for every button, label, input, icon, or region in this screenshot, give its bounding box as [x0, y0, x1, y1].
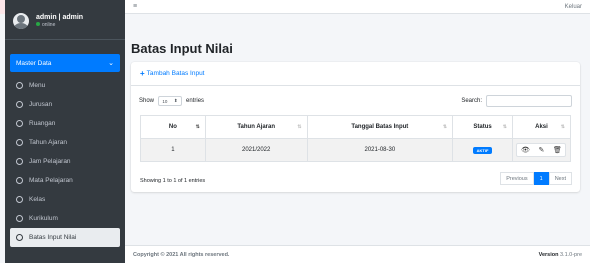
avatar [13, 12, 29, 29]
add-button-label: Tambah Batas Input [146, 70, 205, 77]
column-header-aksi[interactable]: Aksi ⇅ [511, 115, 572, 139]
version-info: Version 3.1.0-pre [539, 252, 582, 258]
column-header-label: Status [473, 124, 492, 130]
user-panel[interactable]: admin | admin online [5, 0, 125, 40]
circle-icon [16, 82, 23, 89]
chevron-down-icon: ⌄ [108, 60, 114, 67]
sidebar-section-master-data[interactable]: Master Data ⌄ [10, 54, 120, 72]
cell-no: 1 [140, 138, 206, 162]
cell-aksi: 👁 ✎ 🗑 [511, 138, 572, 162]
sidebar-item-label: Menu [29, 82, 46, 89]
entries-label: entries [186, 98, 205, 104]
cell-tanggal: 2021-08-30 [306, 138, 454, 162]
sidebar-item-jurusan[interactable]: Jurusan [5, 95, 125, 114]
sidebar-item-tahun-ajaran[interactable]: Tahun Ajaran [5, 133, 125, 152]
action-button-group: 👁 ✎ 🗑 [516, 143, 567, 157]
page-footer: Copyright © 2021 All rights reserved. Ve… [125, 245, 590, 263]
table-controls: Show 10 ⬍ entries Search: [131, 90, 580, 112]
column-header-no[interactable]: No ⇅ [140, 115, 206, 139]
view-eye-icon[interactable]: 👁 [517, 144, 533, 156]
sidebar-item-label: Kelas [29, 196, 46, 203]
online-dot-icon [36, 21, 40, 26]
sidebar-item-mata-pelajaran[interactable]: Mata Pelajaran [5, 171, 125, 190]
pagination-previous[interactable]: Previous [500, 172, 534, 185]
sidebar: admin | admin online Master Data ⌄ Menu … [5, 0, 125, 263]
hamburger-menu-icon[interactable]: ≡ [133, 3, 137, 10]
show-label: Show [139, 98, 155, 104]
column-header-tanggal[interactable]: Tanggal Batas Input ⇅ [306, 115, 454, 139]
user-status-text: online [42, 21, 56, 28]
status-badge: AKTIF [472, 146, 493, 154]
show-entries: Show 10 ⬍ entries [139, 96, 204, 106]
version-label: Version [538, 251, 559, 258]
sort-icon: ⇅ [297, 124, 302, 130]
sidebar-item-label: Kurikulum [29, 215, 58, 222]
sort-icon: ⇅ [560, 124, 565, 130]
circle-icon [16, 139, 23, 146]
pagination-next[interactable]: Next [548, 172, 572, 185]
copyright-text: Copyright © 2021 All rights reserved. [133, 251, 230, 258]
sort-icon: ⇅ [195, 124, 200, 130]
table-row: 1 2021/2022 2021-08-30 AKTIF 👁 ✎ 🗑 [140, 138, 572, 162]
table-header-row: No ⇅ Tahun Ajaran ⇅ Tanggal Batas Input ⇅ S… [140, 115, 572, 139]
sidebar-item-label: Ruangan [29, 120, 56, 127]
plus-icon: + [140, 69, 145, 78]
topbar: ≡ Keluar [125, 0, 590, 14]
sidebar-item-ruangan[interactable]: Ruangan [5, 114, 125, 133]
add-batas-input-button[interactable]: + Tambah Batas Input [140, 69, 205, 78]
version-number: 3.1.0-pre [559, 251, 582, 258]
card-header: + Tambah Batas Input [131, 62, 580, 86]
data-table: No ⇅ Tahun Ajaran ⇅ Tanggal Batas Input ⇅ S… [140, 115, 572, 162]
sort-icon: ⇅ [502, 124, 507, 130]
sidebar-item-kelas[interactable]: Kelas [5, 190, 125, 209]
circle-icon [16, 234, 23, 241]
circle-icon [16, 101, 23, 108]
edit-icon[interactable]: ✎ [533, 144, 549, 156]
sidebar-item-label: Tahun Ajaran [29, 139, 67, 146]
user-status: online [36, 21, 83, 28]
column-header-label: No [168, 124, 177, 130]
data-card: + Tambah Batas Input Show 10 ⬍ entries S… [131, 62, 580, 192]
sidebar-item-menu[interactable]: Menu [5, 76, 125, 95]
page-title: Batas Input Nilai [131, 41, 233, 56]
pagination-page[interactable]: 1 [533, 172, 549, 185]
search-box: Search: [461, 95, 572, 107]
search-input[interactable] [486, 95, 572, 107]
circle-icon [16, 196, 23, 203]
pagination: Previous 1 Next [500, 172, 572, 185]
cell-status: AKTIF [452, 138, 513, 162]
sidebar-item-label: Batas Input Nilai [29, 234, 77, 241]
sidebar-item-label: Mata Pelajaran [29, 177, 73, 184]
entries-select-value: 10 [162, 98, 168, 104]
sidebar-item-batas-input-nilai[interactable]: Batas Input Nilai [10, 228, 120, 247]
sidebar-item-jam-pelajaran[interactable]: Jam Pelajaran [5, 152, 125, 171]
sidebar-item-label: Jurusan [29, 101, 53, 108]
column-header-label: Tanggal Batas Input [351, 124, 409, 130]
column-header-label: Tahun Ajaran [237, 124, 275, 130]
circle-icon [16, 177, 23, 184]
sidebar-item-label: Jam Pelajaran [29, 158, 71, 165]
sort-icon: ⇅ [442, 124, 448, 130]
logout-link[interactable]: Keluar [565, 4, 582, 10]
circle-icon [16, 215, 23, 222]
user-info: admin | admin online [36, 14, 83, 28]
cell-tahun-ajaran: 2021/2022 [204, 138, 308, 162]
user-name: admin | admin [36, 13, 84, 21]
column-header-label: Aksi [535, 124, 548, 130]
sidebar-item-kurikulum[interactable]: Kurikulum [5, 209, 125, 228]
circle-icon [16, 158, 23, 165]
delete-trash-icon[interactable]: 🗑 [549, 144, 565, 156]
entries-select[interactable]: 10 ⬍ [158, 96, 183, 106]
search-label: Search: [461, 98, 482, 104]
column-header-status[interactable]: Status ⇅ [452, 115, 513, 139]
select-arrow-icon: ⬍ [173, 98, 178, 103]
circle-icon [16, 120, 23, 127]
column-header-tahun-ajaran[interactable]: Tahun Ajaran ⇅ [204, 115, 308, 139]
sidebar-section-label: Master Data [16, 59, 52, 67]
table-info: Showing 1 to 1 of 1 entries [140, 178, 206, 184]
